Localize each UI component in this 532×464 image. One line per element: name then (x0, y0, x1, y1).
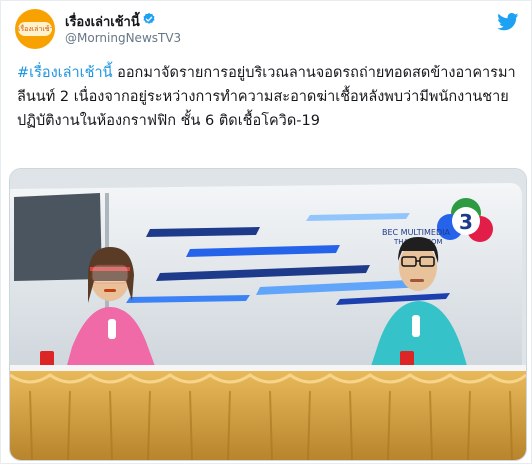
avatar-logo-text: เรื่องเล่าเช้านี้ (18, 22, 52, 36)
van-logo-text: BEC MULTIMEDIA (382, 228, 451, 237)
display-name[interactable]: เรื่องเล่าเช้านี้ (65, 11, 140, 32)
news-broadcast-photo: 3 BEC MULTIMEDIA THAITV3.COM (10, 169, 526, 460)
twitter-bird-icon[interactable] (497, 13, 519, 31)
channel-number: 3 (459, 210, 473, 234)
tweet-card: เรื่องเล่าเช้านี้ เรื่องเล่าเช้านี้ @Mor… (0, 0, 532, 464)
desk-gold-cloth (10, 371, 526, 460)
user-handle[interactable]: @MorningNewsTV3 (65, 31, 181, 45)
tweet-header: เรื่องเล่าเช้านี้ เรื่องเล่าเช้านี้ @Mor… (15, 9, 519, 49)
hashtag-link[interactable]: #เรื่องเล่าเช้านี้ (17, 65, 113, 81)
verified-badge-icon (143, 12, 155, 24)
tweet-media-photo[interactable]: 3 BEC MULTIMEDIA THAITV3.COM (9, 168, 527, 461)
avatar[interactable]: เรื่องเล่าเช้านี้ (15, 9, 55, 49)
tweet-text: #เรื่องเล่าเช้านี้ ออกมาจัดรายการอยู่บริ… (17, 61, 517, 133)
desk-top (10, 365, 526, 371)
